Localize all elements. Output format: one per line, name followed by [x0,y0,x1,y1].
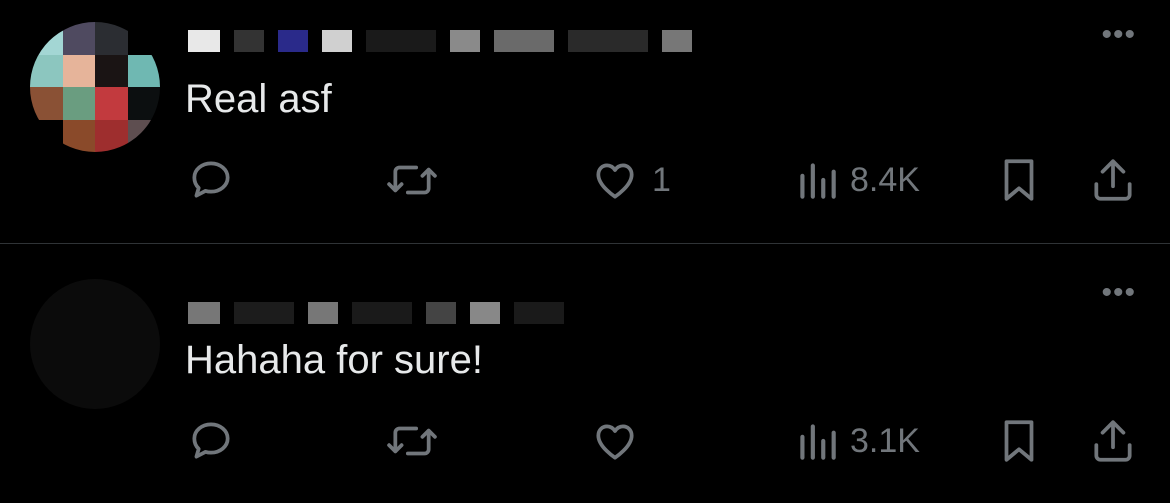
bar-chart-icon [796,416,838,466]
more-options-icon[interactable]: ••• [1101,20,1136,50]
share-button[interactable] [1088,155,1138,205]
views-count: 3.1K [850,421,920,460]
share-icon [1088,416,1138,466]
retweet-button[interactable] [384,155,440,205]
retweet-icon [384,416,440,466]
avatar[interactable] [30,22,160,152]
bookmark-icon [996,155,1042,205]
user-info-redacted[interactable] [188,300,564,326]
tweet[interactable]: ••• Hahaha for sure! 3.1K [0,244,1170,503]
reply-icon [186,155,236,205]
action-bar: 3.1K [0,416,1170,466]
bookmark-icon [996,416,1042,466]
views-button[interactable]: 3.1K [796,416,920,466]
bookmark-button[interactable] [996,155,1042,205]
action-bar: 1 8.4K [0,155,1170,205]
reply-icon [186,416,236,466]
like-count: 1 [652,160,671,199]
share-button[interactable] [1088,416,1138,466]
share-icon [1088,155,1138,205]
bar-chart-icon [796,155,838,205]
more-options-icon[interactable]: ••• [1101,278,1136,308]
reply-button[interactable] [186,155,236,205]
views-count: 8.4K [850,160,920,199]
retweet-icon [384,155,440,205]
retweet-button[interactable] [384,416,440,466]
tweet-text: Hahaha for sure! [185,338,483,382]
avatar[interactable] [30,279,160,409]
user-info-redacted[interactable] [188,28,692,54]
like-button[interactable] [590,416,640,466]
like-button[interactable]: 1 [590,155,671,205]
tweet-text: Real asf [185,77,332,121]
heart-icon [590,155,640,205]
views-button[interactable]: 8.4K [796,155,920,205]
heart-icon [590,416,640,466]
tweet[interactable]: ••• Real asf 1 8.4K [0,0,1170,243]
bookmark-button[interactable] [996,416,1042,466]
reply-button[interactable] [186,416,236,466]
